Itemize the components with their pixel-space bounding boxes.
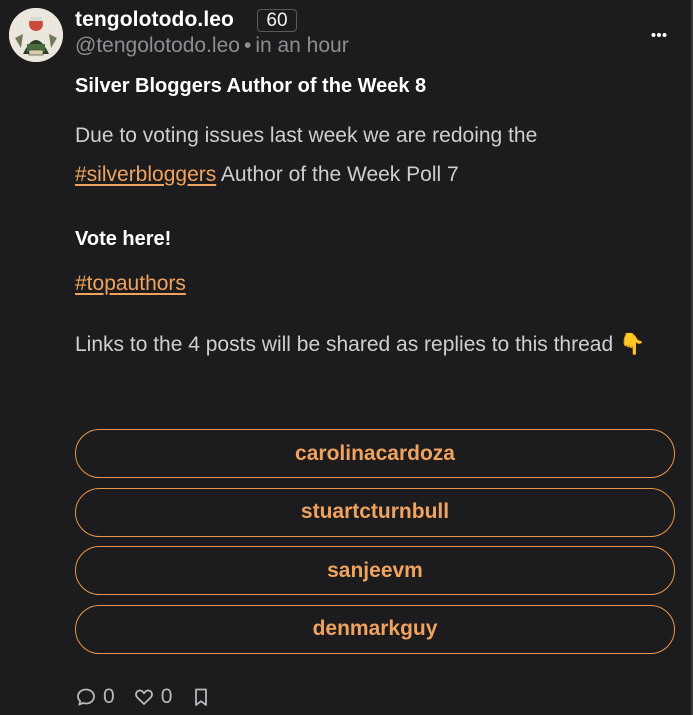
bookmark-icon bbox=[195, 688, 208, 706]
bookmark-button[interactable] bbox=[190, 686, 212, 708]
poll-option[interactable]: sanjeevm bbox=[75, 546, 675, 595]
hashtag-link-topauthors[interactable]: #topauthors bbox=[75, 272, 186, 295]
like-button[interactable]: 0 bbox=[133, 685, 173, 709]
poll-option[interactable]: denmarkguy bbox=[75, 604, 675, 654]
heart-icon bbox=[134, 689, 153, 705]
comment-icon bbox=[77, 688, 95, 706]
avatar[interactable] bbox=[9, 8, 63, 62]
poll-option[interactable]: carolinacardoza bbox=[75, 429, 675, 478]
author-handle[interactable]: @tengolotodo.leo bbox=[75, 34, 240, 57]
reply-count: 0 bbox=[103, 685, 115, 708]
post-timestamp[interactable]: in an hour bbox=[255, 34, 348, 57]
post-actions: 0 0 bbox=[75, 684, 212, 710]
meta-separator: • bbox=[243, 34, 252, 57]
more-horizontal-icon bbox=[651, 33, 667, 37]
post-card: tengolotodo.leo 60 @tengolotodo.leo • in a… bbox=[0, 0, 691, 715]
poll-option[interactable]: stuartcturnbull bbox=[75, 487, 675, 537]
post-title: Silver Bloggers Author of the Week 8 bbox=[75, 75, 427, 97]
post-paragraph-2: Links to the 4 posts will be shared as r… bbox=[75, 333, 646, 356]
like-count: 0 bbox=[160, 685, 173, 708]
post-paragraph-1: Due to voting issues last week we are re… bbox=[75, 116, 675, 194]
poll-options: carolinacardoza stuartcturnbull sanjeevm… bbox=[75, 429, 675, 663]
vote-heading: Vote here! bbox=[75, 228, 172, 250]
post-meta: @tengolotodo.leo • in an hour bbox=[75, 34, 349, 58]
reply-button[interactable]: 0 bbox=[75, 685, 115, 709]
reputation-badge: 60 bbox=[257, 9, 297, 32]
hashtag-link-silverbloggers[interactable]: #silverbloggers bbox=[75, 163, 216, 186]
paragraph-1-text-end: Author of the Week Poll 7 bbox=[216, 163, 459, 186]
more-menu-button[interactable] bbox=[646, 22, 672, 48]
author-display-name[interactable]: tengolotodo.leo bbox=[75, 8, 234, 32]
paragraph-1-text: Due to voting issues last week we are re… bbox=[75, 124, 538, 147]
